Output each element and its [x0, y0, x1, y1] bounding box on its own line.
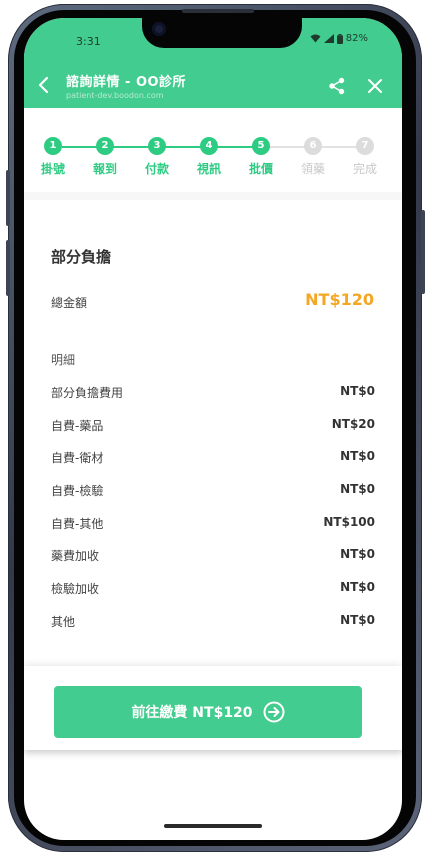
home-indicator[interactable]: [164, 824, 262, 828]
fee-row: 自費-檢驗 NT$0: [51, 482, 375, 515]
front-camera: [152, 22, 166, 36]
fee-name: 藥費加收: [51, 549, 100, 564]
page-url: patient-dev.boodon.com: [66, 91, 164, 100]
battery-percent: 82%: [345, 33, 368, 44]
fee-row: 自費-衛材 NT$0: [51, 449, 375, 482]
wifi-icon: [310, 34, 321, 43]
step-2: 2 報到: [85, 137, 125, 177]
close-button[interactable]: [366, 77, 384, 95]
fee-row: 自費-藥品 NT$20: [51, 417, 375, 450]
step-3: 3 付款: [137, 137, 177, 177]
pay-button-label: 前往繳費 NT$120: [131, 705, 253, 721]
fee-name: 部分負擔費用: [51, 386, 124, 400]
fee-name: 自費-檢驗: [51, 484, 104, 499]
step-number: 1: [44, 137, 62, 155]
step-number: 4: [200, 137, 218, 155]
total-label: 總金額: [51, 296, 88, 310]
share-button[interactable]: [328, 77, 346, 95]
status-time: 3:31: [76, 35, 101, 48]
step-label: 視訊: [196, 162, 221, 176]
fee-row: 自費-其他 NT$100: [51, 515, 375, 548]
back-button[interactable]: [34, 74, 54, 96]
fee-name: 自費-藥品: [51, 418, 104, 433]
step-number: 7: [356, 137, 374, 155]
fee-list: 部分負擔費用 NT$0 自費-藥品 NT$20 自費-衛材 NT$0 自費-檢驗…: [51, 384, 375, 646]
fee-amount: NT$100: [323, 514, 375, 529]
phone-notch: [142, 18, 302, 48]
app-screen: 3:31 82% 諮詢詳情 - OO診所 patient-dev.boodon.…: [24, 18, 402, 840]
fee-amount: NT$0: [340, 482, 375, 497]
total-amount: NT$120: [305, 290, 374, 309]
step-label: 報到: [92, 162, 117, 176]
fee-amount: NT$0: [340, 612, 375, 627]
fee-row: 檢驗加收 NT$0: [51, 580, 375, 613]
chevron-left-icon: [38, 76, 49, 94]
battery-icon: [336, 33, 343, 44]
payment-action-bar: 前往繳費 NT$120: [24, 666, 402, 750]
phone-side-button: [6, 170, 10, 226]
fee-row: 藥費加收 NT$0: [51, 547, 375, 580]
fee-name: 其他: [51, 614, 76, 629]
step-4: 4 視訊: [189, 137, 229, 177]
step-7: 7 完成: [345, 137, 385, 177]
detail-label: 明細: [51, 353, 76, 367]
phone-speaker: [182, 9, 254, 13]
step-1: 1 掛號: [33, 137, 73, 177]
app-header: 諮詢詳情 - OO診所 patient-dev.boodon.com: [24, 64, 402, 108]
close-icon: [368, 79, 382, 93]
section-divider: [24, 192, 402, 200]
step-number: 5: [252, 137, 270, 155]
page-title: 諮詢詳情 - OO診所: [66, 75, 187, 90]
step-label: 領藥: [300, 162, 325, 176]
fee-row: 其他 NT$0: [51, 613, 375, 646]
fee-name: 自費-其他: [51, 516, 104, 531]
arrow-right-circle-icon: [263, 701, 285, 723]
fee-amount: NT$20: [331, 416, 375, 431]
fee-row: 部分負擔費用 NT$0: [51, 384, 375, 417]
phone-side-button: [6, 240, 10, 296]
section-title: 部分負擔: [51, 248, 112, 266]
step-6: 6 領藥: [293, 137, 333, 177]
fee-amount: NT$0: [340, 580, 375, 595]
fee-amount: NT$0: [340, 547, 375, 562]
step-number: 2: [96, 137, 114, 155]
share-icon: [329, 77, 345, 95]
status-icons: 82%: [310, 33, 368, 44]
phone-power-button: [421, 210, 425, 294]
step-label: 掛號: [40, 162, 65, 176]
step-5: 5 批價: [241, 137, 281, 177]
fee-amount: NT$0: [340, 384, 375, 398]
fee-name: 自費-衛材: [51, 451, 104, 466]
step-label: 完成: [352, 162, 377, 176]
progress-stepper: 1 掛號 2 報到 3 付款 4 視訊 5 批價 6 領藥 7 完成: [24, 126, 402, 186]
signal-icon: [323, 34, 334, 43]
step-label: 批價: [248, 162, 273, 176]
step-number: 3: [148, 137, 166, 155]
fee-amount: NT$0: [340, 449, 375, 464]
step-label: 付款: [144, 162, 169, 176]
step-number: 6: [304, 137, 322, 155]
pay-button[interactable]: 前往繳費 NT$120: [54, 686, 362, 738]
fee-name: 檢驗加收: [51, 582, 100, 597]
